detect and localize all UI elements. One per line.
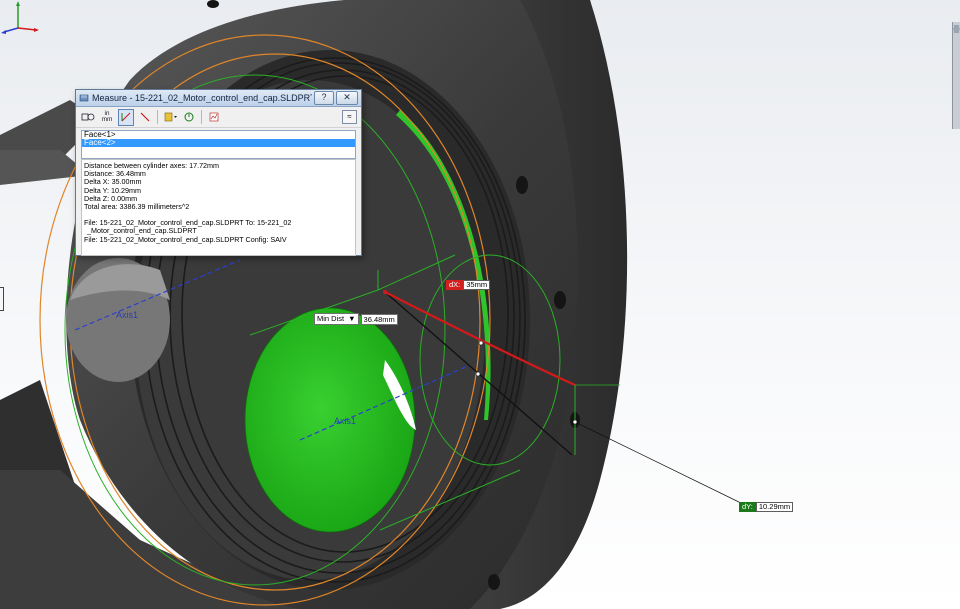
measure-icon bbox=[79, 94, 89, 102]
reference-triad bbox=[1, 1, 39, 34]
dx-tag: dX: bbox=[446, 280, 464, 290]
arc-measure-icon bbox=[81, 113, 95, 121]
point-to-point-icon bbox=[140, 112, 150, 122]
task-pane-tabs[interactable] bbox=[952, 22, 960, 129]
dy-value: 10.29mm bbox=[755, 502, 794, 512]
toolbar-separator bbox=[201, 110, 202, 124]
show-xyz-button[interactable] bbox=[118, 108, 134, 126]
history-button[interactable] bbox=[181, 109, 197, 126]
custom-properties-icon[interactable] bbox=[953, 24, 960, 34]
help-button[interactable]: ? bbox=[314, 91, 334, 105]
min-dist-value: 36.48mm bbox=[360, 313, 398, 325]
dy-tag: dY: bbox=[739, 502, 756, 512]
axis-label-center: Axis1 bbox=[334, 416, 357, 426]
selection-item-face-1[interactable]: Face<1> bbox=[82, 131, 355, 139]
units-precision-button[interactable]: in mm bbox=[99, 109, 115, 126]
axis-label-left: Axis1 bbox=[116, 310, 139, 320]
projection-icon bbox=[164, 112, 177, 122]
dialog-title: Measure - 15-221_02_Motor_control_end_ca… bbox=[92, 93, 312, 103]
selection-list[interactable]: Face<1> Face<2> bbox=[81, 130, 356, 159]
measure-results: Distance between cylinder axes: 17.72mm … bbox=[81, 159, 356, 256]
file-text-line-3: File: 15-221_02_Motor_control_end_cap.SL… bbox=[84, 234, 287, 244]
min-dist-label: Min Dist bbox=[317, 314, 345, 323]
min-dist-callout: Min Dist ▼ 36.48mm bbox=[314, 313, 398, 325]
dx-callout[interactable]: dX: 35mm bbox=[446, 280, 491, 290]
total-area-text: Total area: 3386.39 millimeters^2 bbox=[84, 202, 190, 212]
measure-toolbar: in mm ≈ bbox=[76, 107, 361, 128]
point-to-point-button[interactable] bbox=[137, 109, 153, 126]
dy-callout[interactable]: dY: 10.29mm bbox=[739, 502, 794, 512]
units-label-mm: mm bbox=[101, 116, 113, 123]
min-dist-dropdown[interactable]: Min Dist ▼ bbox=[314, 313, 359, 325]
left-edge-marker bbox=[0, 287, 4, 311]
projection-button[interactable] bbox=[162, 109, 178, 126]
close-button[interactable]: ✕ bbox=[336, 91, 358, 105]
sensor-icon bbox=[209, 112, 219, 122]
measure-dialog[interactable]: Measure - 15-221_02_Motor_control_end_ca… bbox=[75, 89, 362, 256]
history-icon bbox=[184, 112, 194, 122]
arc-circle-measure-button[interactable] bbox=[80, 109, 96, 126]
dialog-titlebar[interactable]: Measure - 15-221_02_Motor_control_end_ca… bbox=[76, 90, 361, 107]
collapse-button[interactable]: ≈ bbox=[342, 110, 357, 124]
xyz-icon bbox=[121, 112, 131, 122]
selection-item-face-2[interactable]: Face<2> bbox=[82, 139, 355, 147]
toolbar-separator bbox=[157, 110, 158, 124]
chevron-down-icon: ▼ bbox=[348, 314, 356, 323]
dx-value: 35mm bbox=[463, 280, 491, 290]
create-sensor-button[interactable] bbox=[206, 109, 222, 126]
